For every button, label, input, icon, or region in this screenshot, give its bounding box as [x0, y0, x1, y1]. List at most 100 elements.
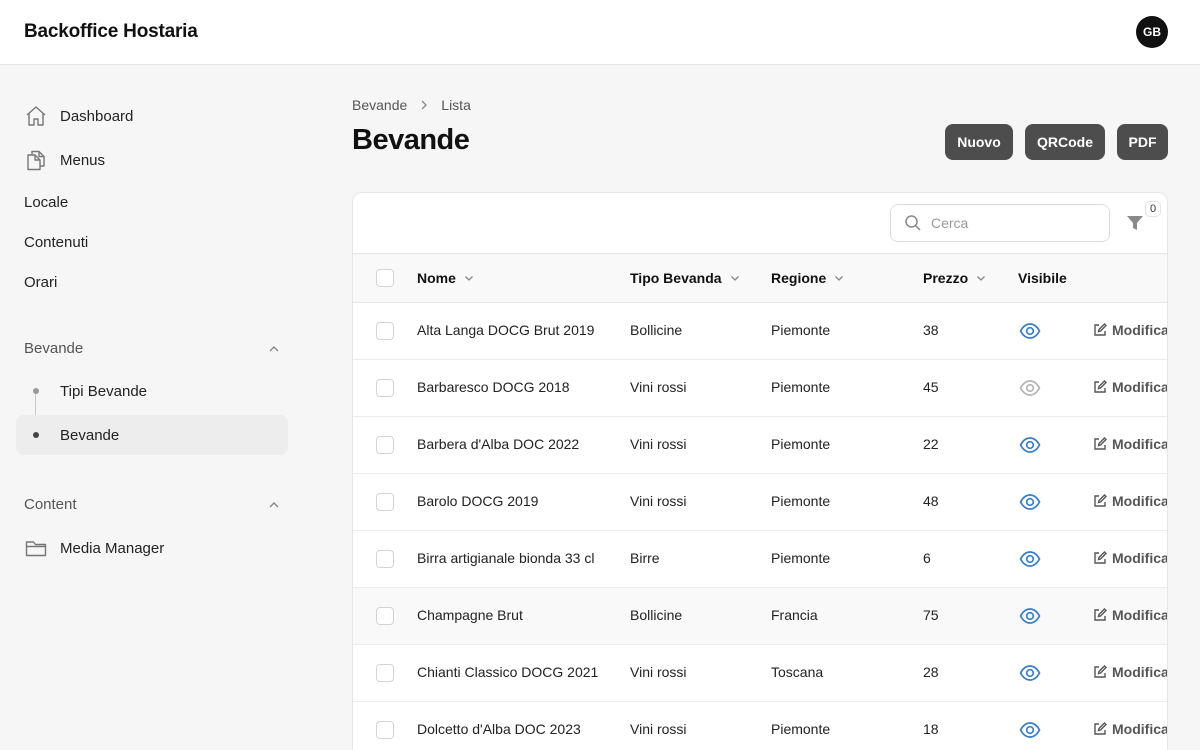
home-icon	[24, 104, 48, 128]
chevron-up-icon	[268, 498, 280, 510]
cell-price: 45	[923, 379, 939, 395]
edit-button[interactable]: Modifica	[1093, 322, 1167, 338]
table-row[interactable]: Barbera d'Alba DOC 2022 Vini rossi Piemont…	[353, 417, 1167, 474]
sidebar: Dashboard Menus Locale Contenuti Orari B…	[0, 65, 300, 750]
edit-button[interactable]: Modifica	[1093, 664, 1168, 680]
cell-region: Piemonte	[771, 550, 831, 566]
user-avatar[interactable]: GB	[1136, 16, 1168, 48]
edit-label: Modifica	[1112, 664, 1168, 680]
row-checkbox[interactable]	[376, 721, 394, 739]
sidebar-item-label: Dashboard	[60, 107, 134, 125]
edit-label: Modifica	[1112, 607, 1168, 623]
row-checkbox[interactable]	[376, 607, 394, 625]
row-checkbox[interactable]	[376, 379, 394, 397]
top-bar: Backoffice Hostaria GB	[0, 0, 1200, 65]
chevron-down-icon	[976, 273, 986, 283]
sidebar-item-bevande[interactable]: Bevande	[16, 415, 288, 455]
cell-price: 48	[923, 493, 939, 509]
eye-icon[interactable]	[1019, 378, 1041, 398]
cell-type: Vini rossi	[630, 664, 687, 680]
edit-icon	[1093, 323, 1107, 337]
cell-type: Bollicine	[630, 607, 683, 623]
table-row[interactable]: Barbaresco DOCG 2018 Vini rossi Piemonte 45…	[353, 360, 1167, 417]
eye-icon[interactable]	[1019, 549, 1041, 569]
cell-type: Vini rossi	[630, 436, 687, 452]
table-row[interactable]: Chianti Classico DOCG 2021 Vini rossi Tosc…	[353, 645, 1168, 702]
column-header-label: Regione	[771, 270, 827, 286]
search-input[interactable]	[931, 215, 1091, 231]
sidebar-item-locale[interactable]: Locale	[24, 190, 68, 214]
row-checkbox[interactable]	[376, 322, 394, 340]
column-header-region[interactable]: Regione	[771, 270, 844, 286]
sidebar-item-menus[interactable]: Menus	[24, 148, 105, 172]
table-row[interactable]: Dolcetto d'Alba DOC 2023 Vini rossi Piemon…	[353, 702, 1167, 750]
eye-icon[interactable]	[1019, 321, 1041, 341]
search-icon	[904, 214, 922, 232]
sidebar-item-orari[interactable]: Orari	[24, 270, 57, 294]
edit-button[interactable]: Modifica	[1093, 721, 1167, 737]
select-all-checkbox[interactable]	[376, 269, 394, 287]
table-card: 0 Nome Tipo Bevanda Regione Prezzo Visib…	[352, 192, 1168, 750]
edit-icon	[1093, 380, 1107, 394]
sidebar-item-tipi-bevande[interactable]: Tipi Bevande	[24, 371, 288, 411]
new-button[interactable]: Nuovo	[945, 124, 1013, 160]
column-header-label: Nome	[417, 270, 456, 286]
sidebar-item-dashboard[interactable]: Dashboard	[24, 104, 133, 128]
sidebar-item-label: Media Manager	[60, 539, 165, 557]
sidebar-item-label: Tipi Bevande	[60, 382, 147, 400]
edit-button[interactable]: Modifica	[1093, 607, 1168, 623]
table-row[interactable]: Alta Langa DOCG Brut 2019 Bollicine Piemon…	[353, 303, 1167, 360]
column-header-type[interactable]: Tipo Bevanda	[630, 270, 740, 286]
eye-icon[interactable]	[1019, 720, 1041, 740]
edit-icon	[1093, 722, 1107, 736]
column-header-price[interactable]: Prezzo	[923, 270, 986, 286]
edit-button[interactable]: Modifica	[1093, 436, 1167, 452]
edit-label: Modifica	[1112, 550, 1168, 566]
cell-name: Barbaresco DOCG 2018	[417, 379, 570, 395]
edit-icon	[1093, 665, 1107, 679]
cell-name: Champagne Brut	[417, 607, 523, 623]
eye-icon[interactable]	[1019, 663, 1041, 683]
sidebar-item-label: Bevande	[60, 426, 120, 444]
cell-price: 18	[923, 721, 939, 737]
sidebar-group-content[interactable]: Content	[24, 493, 280, 515]
edit-button[interactable]: Modifica	[1093, 493, 1167, 509]
breadcrumb-link[interactable]: Bevande	[352, 97, 407, 113]
filter-icon[interactable]	[1125, 212, 1145, 234]
sidebar-item-media-manager[interactable]: Media Manager	[24, 536, 164, 560]
table-row[interactable]: Barolo DOCG 2019 Vini rossi Piemonte 48 Modi…	[353, 474, 1167, 531]
cell-region: Toscana	[771, 664, 824, 680]
cell-region: Piemonte	[771, 721, 831, 737]
sidebar-item-contenuti[interactable]: Contenuti	[24, 230, 88, 254]
chevron-down-icon	[834, 273, 844, 283]
cell-type: Birre	[630, 550, 660, 566]
filter-count-badge: 0	[1146, 202, 1160, 216]
pdf-button[interactable]: PDF	[1117, 124, 1168, 160]
row-checkbox[interactable]	[376, 550, 394, 568]
eye-icon[interactable]	[1019, 606, 1041, 626]
column-header-label: Tipo Bevanda	[630, 270, 722, 286]
eye-icon[interactable]	[1019, 435, 1041, 455]
qrcode-button[interactable]: QRCode	[1025, 124, 1105, 160]
row-checkbox[interactable]	[376, 436, 394, 454]
eye-icon[interactable]	[1019, 492, 1041, 512]
column-header-label: Visibile	[1018, 270, 1067, 286]
cell-price: 38	[923, 322, 939, 338]
cell-name: Chianti Classico DOCG 2021	[417, 664, 599, 680]
breadcrumb: Bevande Lista	[352, 97, 471, 113]
sidebar-item-label: Contenuti	[24, 233, 89, 251]
search-box[interactable]	[890, 204, 1110, 242]
column-header-name[interactable]: Nome	[417, 270, 474, 286]
row-checkbox[interactable]	[376, 493, 394, 511]
edit-button[interactable]: Modifica	[1093, 550, 1168, 566]
folder-icon	[24, 536, 48, 560]
column-header-label: Prezzo	[923, 270, 969, 286]
sidebar-group-bevande[interactable]: Bevande	[24, 337, 280, 359]
edit-icon	[1093, 437, 1107, 451]
cell-name: Dolcetto d'Alba DOC 2023	[417, 721, 581, 737]
breadcrumb-current: Lista	[441, 97, 471, 113]
edit-button[interactable]: Modifica	[1093, 379, 1167, 395]
row-checkbox[interactable]	[376, 664, 394, 682]
table-row[interactable]: Champagne Brut Bollicine Francia 75 Modifica	[353, 588, 1168, 645]
table-row[interactable]: Birra artigianale bionda 33 cl Birre Piemo…	[353, 531, 1168, 588]
